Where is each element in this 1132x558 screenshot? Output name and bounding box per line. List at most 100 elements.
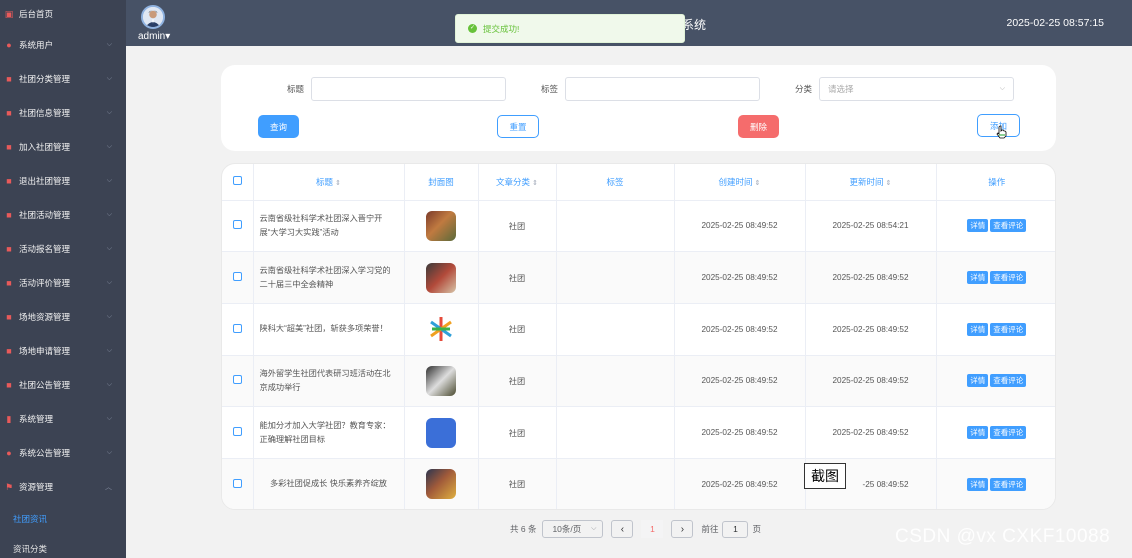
sort-icon[interactable]: ⇕ [335,180,341,187]
sidebar-item-users[interactable]: ● 系统用户 ⌵ [0,28,126,62]
page-title: 系统 [682,18,707,32]
view-comments-button[interactable]: 查看评论 [990,322,1027,336]
select-all-checkbox[interactable] [232,176,242,186]
pagination: 共 6 条 10条/页 ⌵ ‹ 1 › 前往 1 页 [510,520,761,538]
edit-icon: ■ [6,74,12,84]
view-comments-button[interactable]: 查看评论 [990,374,1027,388]
edit-icon: ■ [6,278,12,288]
detail-button[interactable]: 详情 [967,219,989,233]
row-checkbox[interactable] [232,272,242,282]
category-label: 分类 [795,84,813,94]
row-checkbox[interactable] [232,375,242,385]
tag-input[interactable] [565,77,760,101]
caret-down-icon: ▾ [165,31,171,42]
query-button[interactable]: 查询 [258,115,299,138]
row-updated: 2025-02-25 08:49:52 [805,355,937,408]
page-size-select[interactable]: 10条/页 ⌵ [542,520,604,538]
sidebar-item-label: 系统公告管理 [19,448,71,458]
detail-button[interactable]: 详情 [967,374,989,388]
sidebar-item-home[interactable]: ▣ 后台首页 [0,0,126,28]
row-category: 社团 [478,458,557,509]
chevron-down-icon: ⌵ [106,449,112,456]
sidebar-item-activity-signup[interactable]: ■ 活动报名管理 ⌵ [0,232,126,266]
prev-page-button[interactable]: ‹ [611,520,634,538]
chevron-down-icon: ⌵ [106,245,112,252]
title-input[interactable] [311,77,506,101]
col-ops: 操作 [936,164,1055,201]
view-comments-button[interactable]: 查看评论 [990,219,1027,233]
view-comments-button[interactable]: 查看评论 [990,426,1027,440]
hand-cursor-icon [996,125,1007,139]
chevron-down-icon: ⌵ [106,347,112,354]
detail-button[interactable]: 详情 [967,426,989,440]
sidebar-item-join-club[interactable]: ■ 加入社团管理 ⌵ [0,130,126,164]
col-tag: 标签 [556,164,675,201]
sidebar-subitem-news-category[interactable]: 资讯分类 [0,534,126,558]
page-number-current[interactable]: 1 [641,520,664,538]
sidebar-item-resources[interactable]: ⚑ 资源管理 ︿ [0,470,126,504]
view-comments-button[interactable]: 查看评论 [990,271,1027,285]
row-title: 云南省级社科学术社团深入学习党的二十届三中全会精神 [253,251,405,304]
row-tag [556,251,675,304]
cover-image [426,314,456,345]
detail-button[interactable]: 详情 [967,271,989,285]
col-category[interactable]: 文章分类 ⇕ [478,164,557,201]
sidebar-item-venue-resource[interactable]: ■ 场地资源管理 ⌵ [0,300,126,334]
col-title[interactable]: 标题 ⇕ [253,164,405,201]
sidebar-item-label: 资源管理 [19,482,54,492]
sidebar-item-label: 活动报名管理 [19,244,71,254]
sidebar-item-system-notice[interactable]: ● 系统公告管理 ⌵ [0,436,126,470]
sidebar-item-label: 活动评价管理 [19,278,71,288]
sidebar-item-quit-club[interactable]: ■ 退出社团管理 ⌵ [0,164,126,198]
sort-icon[interactable]: ⇕ [532,180,538,187]
col-created[interactable]: 创建时间 ⇕ [674,164,806,201]
next-page-button[interactable]: › [671,520,694,538]
sidebar-item-club-category[interactable]: ■ 社团分类管理 ⌵ [0,62,126,96]
sort-icon[interactable]: ⇕ [886,180,892,187]
sidebar: ▣ 后台首页 ● 系统用户 ⌵ ■ 社团分类管理 ⌵ ■ 社团信息管理 ⌵ ■ … [0,0,126,558]
row-tag [556,200,675,253]
tag-label: 标签 [541,84,559,94]
user-menu[interactable]: admin▾ [138,31,170,42]
info-icon: ● [6,448,12,458]
cover-image [426,262,456,293]
category-select[interactable]: 请选择 ⌵ [819,77,1014,101]
row-checkbox[interactable] [232,323,242,333]
chevron-down-icon: ⌵ [106,415,112,422]
check-circle-icon: ✓ [468,24,477,33]
cover-image [426,210,456,241]
table-row: 云南省级社科学术社团深入晋宁开展“大学习大实践”活动 社团 2025-02-25… [222,200,1055,253]
select-all-cell[interactable] [222,164,254,201]
reset-button[interactable]: 重置 [497,115,539,138]
detail-button[interactable]: 详情 [967,322,989,336]
goto-suffix: 页 [752,524,761,534]
sidebar-item-system[interactable]: ▮ 系统管理 ⌵ [0,402,126,436]
edit-icon: ■ [6,108,12,118]
sidebar-item-club-info[interactable]: ■ 社团信息管理 ⌵ [0,96,126,130]
row-checkbox[interactable] [232,478,242,488]
sidebar-item-club-activity[interactable]: ■ 社团活动管理 ⌵ [0,198,126,232]
row-category: 社团 [478,303,557,356]
goto-prefix: 前往 [701,524,719,534]
sort-icon[interactable]: ⇕ [755,180,761,187]
avatar[interactable] [141,5,165,29]
chevron-left-icon: ‹ [620,523,625,535]
chevron-down-icon: ⌵ [106,381,112,388]
sidebar-item-label: 系统用户 [19,40,54,50]
view-comments-button[interactable]: 查看评论 [990,477,1027,491]
sidebar-item-activity-review[interactable]: ■ 活动评价管理 ⌵ [0,266,126,300]
sidebar-subitem-club-news[interactable]: 社团资讯 [0,504,126,534]
row-checkbox[interactable] [232,427,242,437]
detail-button[interactable]: 详情 [967,477,989,491]
row-title: 云南省级社科学术社团深入晋宁开展“大学习大实践”活动 [253,200,405,253]
sidebar-item-club-notice[interactable]: ■ 社团公告管理 ⌵ [0,368,126,402]
chevron-up-icon: ︿ [105,484,112,491]
row-checkbox[interactable] [232,220,242,230]
cover-image [426,469,456,500]
goto-page-input[interactable]: 1 [722,520,749,538]
delete-button[interactable]: 删除 [738,115,779,138]
sidebar-item-venue-apply[interactable]: ■ 场地申请管理 ⌵ [0,334,126,368]
edit-icon: ■ [6,380,12,390]
chevron-down-icon: ⌵ [106,279,112,286]
col-updated[interactable]: 更新时间 ⇕ [805,164,937,201]
